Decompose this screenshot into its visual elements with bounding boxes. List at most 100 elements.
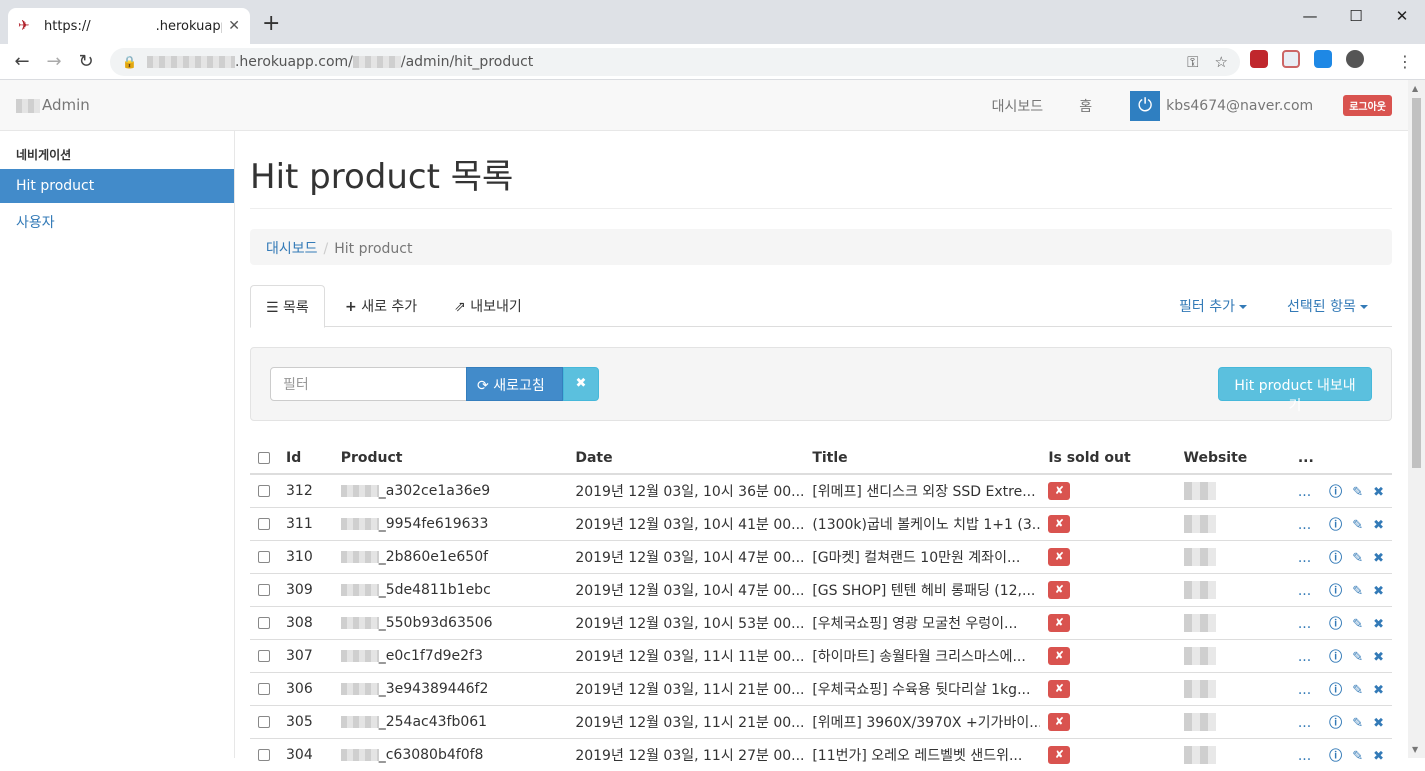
info-icon[interactable]: ⓘ [1329,716,1342,731]
delete-icon[interactable]: ✖ [1373,617,1384,632]
cell-date: 2019년 12월 03일, 11시 27분 00... [567,737,805,771]
delete-icon[interactable]: ✖ [1373,650,1384,665]
row-checkbox[interactable] [258,748,270,761]
edit-icon[interactable]: ✎ [1352,650,1363,665]
info-icon[interactable]: ⓘ [1329,584,1342,599]
more-link[interactable]: ... [1298,550,1311,566]
clear-filter-icon[interactable]: ✖ [563,367,599,401]
reload-icon[interactable]: ↻ [70,51,102,72]
cell-actions: ... ⓘ ✎ ✖ [1289,671,1392,705]
export-button[interactable]: Hit product 내보내기 [1218,367,1372,414]
delete-icon[interactable]: ✖ [1373,518,1384,533]
more-link[interactable]: ... [1298,715,1311,731]
tab-close-icon[interactable]: ✕ [228,18,240,34]
address-bar[interactable]: 🔒 .herokuapp.com/ /admin/hit_product ⚿ ☆ [110,48,1240,76]
new-tab-icon[interactable]: + [262,12,280,36]
sidebar-item-hit-product[interactable]: Hit product [0,169,234,203]
edit-icon[interactable]: ✎ [1352,617,1363,632]
edit-icon[interactable]: ✎ [1352,485,1363,500]
key-icon[interactable]: ⚿ [1187,53,1198,71]
action-tabs: ☰ 목록 + 새로 추가 ⇗ 내보내기 필터 추가 선택된 항목 [250,285,1392,328]
info-icon[interactable]: ⓘ [1329,650,1342,665]
scrollbar-thumb[interactable] [1412,98,1421,468]
row-checkbox[interactable] [258,583,270,596]
sold-out-x-icon: ✘ [1048,712,1071,731]
user-menu[interactable]: ⏻ kbs4674@naver.com [1130,90,1313,121]
row-checkbox[interactable] [258,715,270,728]
breadcrumb-dashboard[interactable]: 대시보드 [266,241,318,257]
more-link[interactable]: ... [1298,484,1311,500]
col-website[interactable]: Website [1175,441,1290,475]
delete-icon[interactable]: ✖ [1373,749,1384,764]
col-sold-out[interactable]: Is sold out [1040,441,1176,475]
row-checkbox[interactable] [258,616,270,629]
info-icon[interactable]: ⓘ [1329,749,1342,764]
col-date[interactable]: Date [567,441,805,475]
scroll-down-icon[interactable]: ▼ [1412,745,1418,754]
edit-icon[interactable]: ✎ [1352,518,1363,533]
tab-new[interactable]: + 새로 추가 [330,285,432,327]
selected-items-dropdown[interactable]: 선택된 항목 [1287,296,1368,316]
col-product[interactable]: Product [332,441,568,475]
col-id[interactable]: Id [278,441,333,475]
edit-icon[interactable]: ✎ [1352,749,1363,764]
edit-icon[interactable]: ✎ [1352,716,1363,731]
edit-icon[interactable]: ✎ [1352,584,1363,599]
table-row: 308 _550b93d63506 2019년 12월 03일, 10시 53분 0… [250,605,1392,639]
logout-button[interactable]: 로그아웃 [1343,95,1392,116]
delete-icon[interactable]: ✖ [1373,485,1384,500]
col-title[interactable]: Title [804,441,1041,475]
tab-export[interactable]: ⇗ 내보내기 [439,285,537,327]
edit-icon[interactable]: ✎ [1352,683,1363,698]
main-content: Hit product 목록 대시보드 / Hit product ☰ 목록 + 새… [250,131,1392,771]
extension-spy-icon[interactable] [1346,50,1364,68]
cell-product: _c63080b4f0f8 [332,737,568,771]
tab-export-label: 내보내기 [470,299,522,315]
browser-menu-icon[interactable]: ⋮ [1397,52,1413,71]
row-checkbox[interactable] [258,517,270,530]
filter-input[interactable]: 필터 [270,367,467,401]
delete-icon[interactable]: ✖ [1373,716,1384,731]
row-checkbox[interactable] [258,649,270,662]
more-link[interactable]: ... [1298,748,1311,764]
info-icon[interactable]: ⓘ [1329,551,1342,566]
more-link[interactable]: ... [1298,583,1311,599]
info-icon[interactable]: ⓘ [1329,518,1342,533]
extension-cast-icon[interactable] [1282,50,1300,68]
scroll-up-icon[interactable]: ▲ [1412,84,1418,93]
row-checkbox[interactable] [258,682,270,695]
star-icon[interactable]: ☆ [1215,53,1228,71]
add-filter-dropdown[interactable]: 필터 추가 [1179,296,1247,316]
brand[interactable]: Admin [16,96,90,114]
browser-tab[interactable]: ✈ https:// .herokuapp ✕ [8,8,250,44]
back-icon[interactable]: ← [6,51,38,72]
minimize-icon[interactable]: — [1287,4,1333,28]
tab-list[interactable]: ☰ 목록 [250,285,325,328]
more-link[interactable]: ... [1298,649,1311,665]
row-checkbox[interactable] [258,550,270,563]
page-scrollbar[interactable]: ▲ ▼ [1408,80,1425,758]
maximize-icon[interactable]: ☐ [1333,4,1379,28]
refresh-button[interactable]: ⟳ 새로고침 [466,367,563,401]
close-window-icon[interactable]: ✕ [1379,4,1425,28]
delete-icon[interactable]: ✖ [1373,683,1384,698]
row-checkbox[interactable] [258,484,270,497]
info-icon[interactable]: ⓘ [1329,485,1342,500]
nav-home[interactable]: 홈 [1079,96,1092,116]
select-all-checkbox[interactable] [258,452,270,464]
product-id: _5de4811b1ebc [378,581,491,598]
extension-shield-icon[interactable] [1314,50,1332,68]
edit-icon[interactable]: ✎ [1352,551,1363,566]
extension-red-icon[interactable] [1250,50,1268,68]
more-link[interactable]: ... [1298,616,1311,632]
sidebar-item-users[interactable]: 사용자 [0,203,234,241]
more-link[interactable]: ... [1298,682,1311,698]
delete-icon[interactable]: ✖ [1373,551,1384,566]
info-icon[interactable]: ⓘ [1329,617,1342,632]
delete-icon[interactable]: ✖ [1373,584,1384,599]
nav-dashboard[interactable]: 대시보드 [992,96,1044,116]
info-icon[interactable]: ⓘ [1329,683,1342,698]
more-link[interactable]: ... [1298,517,1311,533]
sidebar: 네비게이션 Hit product 사용자 [0,131,235,758]
forward-icon[interactable]: → [38,51,70,72]
